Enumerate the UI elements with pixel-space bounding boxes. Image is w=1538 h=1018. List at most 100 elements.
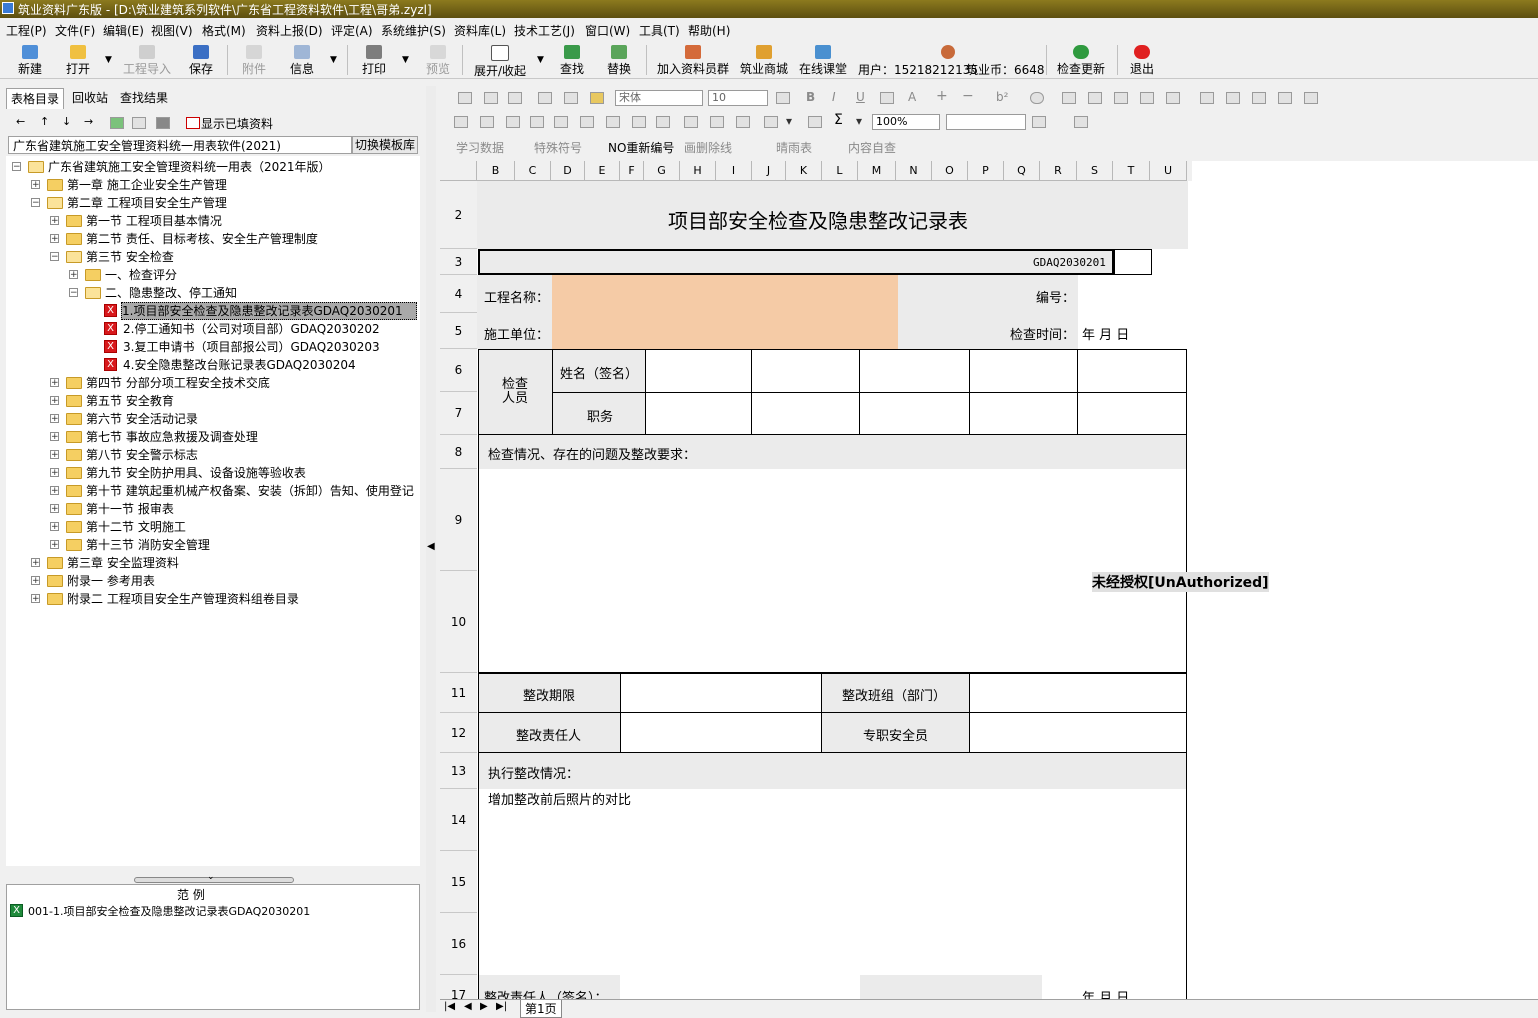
column-header-cell[interactable]: L — [822, 161, 858, 181]
arrow-up-icon[interactable]: ↑ — [40, 115, 49, 128]
column-header-cell[interactable]: P — [968, 161, 1004, 181]
indent-icon[interactable] — [710, 116, 724, 128]
collapse-icon[interactable]: − — [12, 162, 21, 172]
row-header[interactable]: 16 — [440, 913, 477, 975]
check-update-button[interactable]: 检查更新 — [1056, 41, 1106, 77]
barcode-icon[interactable] — [1200, 92, 1214, 104]
column-header-cell[interactable]: U — [1150, 161, 1187, 181]
panel-splitter[interactable]: ⌄ — [134, 872, 294, 883]
menu-report[interactable]: 资料上报(D) — [256, 22, 323, 39]
highlight-icon[interactable] — [880, 92, 894, 104]
collapse-icon[interactable]: − — [31, 198, 40, 208]
fraction-icon[interactable] — [1030, 92, 1044, 104]
expand-icon[interactable]: + — [50, 540, 59, 550]
code-cell[interactable] — [478, 249, 1114, 275]
row-insert-icon[interactable] — [506, 116, 520, 128]
pen-icon[interactable] — [736, 116, 750, 128]
row-header[interactable]: 12 — [440, 713, 477, 753]
new-button[interactable]: 新建 — [14, 41, 46, 77]
expand-icon[interactable]: + — [50, 522, 59, 532]
menu-help[interactable]: 帮助(H) — [688, 22, 730, 39]
name-input[interactable] — [645, 349, 752, 393]
tab-form-catalog[interactable]: 表格目录 — [6, 88, 65, 109]
position-input[interactable] — [859, 392, 970, 435]
grid-icon[interactable] — [1304, 92, 1318, 104]
expand-dropdown-icon[interactable]: ▼ — [537, 55, 544, 65]
expand-icon[interactable]: + — [50, 216, 59, 226]
name-input[interactable] — [1077, 349, 1187, 393]
row-header[interactable]: 14 — [440, 789, 477, 851]
row-delete-icon[interactable] — [554, 116, 568, 128]
example-item[interactable]: 001-1.项目部安全检查及隐患整改记录表GDAQ2030201 — [28, 903, 310, 919]
row-header[interactable]: 9 — [440, 469, 477, 571]
superscript-icon[interactable]: b² — [996, 90, 1008, 104]
font-size-select[interactable]: 10 — [708, 90, 768, 106]
arrow-right-icon[interactable]: → — [84, 115, 93, 128]
column-header-cell[interactable]: H — [680, 161, 716, 181]
position-input[interactable] — [1077, 392, 1187, 435]
renumber-button[interactable]: NO重新编号 — [608, 139, 674, 156]
column-header-cell[interactable]: M — [858, 161, 896, 181]
deadline-input[interactable] — [620, 673, 822, 713]
expand-icon[interactable]: + — [50, 504, 59, 514]
row-header[interactable]: 6 — [440, 349, 477, 392]
distribute-icon[interactable] — [1166, 92, 1180, 104]
weather-table-button[interactable]: 晴雨表 — [776, 139, 812, 156]
expand-icon[interactable]: + — [50, 432, 59, 442]
border-icon[interactable] — [764, 116, 778, 128]
column-header-cell[interactable]: E — [585, 161, 620, 181]
sum-dropdown-icon[interactable]: ▾ — [856, 114, 862, 128]
row-header[interactable]: 3 — [440, 249, 477, 275]
arrow-left-icon[interactable]: ← — [16, 115, 25, 128]
last-sheet-icon[interactable]: ▶| — [496, 1001, 507, 1012]
menu-project[interactable]: 工程(P) — [6, 22, 47, 39]
position-input[interactable] — [969, 392, 1078, 435]
team-input[interactable] — [969, 673, 1187, 713]
menu-system[interactable]: 系统维护(S) — [381, 22, 446, 39]
row-header[interactable]: 8 — [440, 435, 477, 469]
underline-icon[interactable]: U — [856, 90, 865, 104]
arrow-down-icon[interactable]: ↓ — [62, 115, 71, 128]
active-cell[interactable] — [1114, 249, 1152, 275]
resp-sign-date[interactable]: 年 月 日 — [1082, 987, 1129, 999]
sum-icon[interactable]: Σ — [834, 112, 843, 128]
font-select[interactable]: 宋体 — [615, 90, 703, 106]
preview-button[interactable]: 预览 — [424, 41, 452, 77]
menu-library[interactable]: 资料库(L) — [454, 22, 506, 39]
column-header-cell[interactable]: J — [752, 161, 786, 181]
row-header[interactable]: 13 — [440, 753, 477, 789]
row-header[interactable]: 15 — [440, 851, 477, 913]
name-input[interactable] — [969, 349, 1078, 393]
open-button[interactable]: 打开 — [62, 41, 94, 77]
next-sheet-icon[interactable]: ▶ — [480, 1001, 488, 1012]
column-header-cell[interactable]: K — [786, 161, 822, 181]
expand-icon[interactable]: + — [50, 234, 59, 244]
font-color-icon[interactable]: A — [908, 90, 916, 104]
fill-icon[interactable] — [776, 92, 790, 104]
execution-input[interactable] — [478, 789, 1187, 975]
info-button[interactable]: 信息 — [288, 41, 316, 77]
switch-template-button[interactable]: 切换模板库 — [352, 136, 418, 154]
show-filled-label[interactable]: 显示已填资料 — [201, 115, 273, 132]
menu-evaluate[interactable]: 评定(A) — [331, 22, 373, 39]
line-spacing-icon[interactable] — [684, 116, 698, 128]
tab-recycle-bin[interactable]: 回收站 — [68, 88, 112, 108]
cut-icon[interactable] — [484, 92, 498, 104]
menu-window[interactable]: 窗口(W) — [585, 22, 630, 39]
row-header[interactable]: 17 — [440, 975, 477, 999]
exit-button[interactable]: 退出 — [1128, 41, 1156, 77]
strikethrough-button[interactable]: 画删除线 — [684, 139, 732, 156]
project-name-input[interactable] — [552, 275, 898, 313]
row-header[interactable]: 4 — [440, 275, 477, 313]
barcode2-icon[interactable] — [1226, 92, 1240, 104]
menu-file[interactable]: 文件(F) — [55, 22, 95, 39]
print-dropdown-icon[interactable]: ▼ — [402, 55, 409, 65]
shop-button[interactable]: 筑业商城 — [739, 41, 789, 77]
special-symbol-button[interactable]: 特殊符号 — [534, 139, 582, 156]
self-check-button[interactable]: 内容自查 — [848, 139, 896, 156]
row-header[interactable]: 11 — [440, 673, 477, 713]
undo-icon[interactable] — [538, 92, 552, 104]
lock-icon[interactable] — [656, 116, 670, 128]
name-input[interactable] — [859, 349, 970, 393]
info-dropdown-icon[interactable]: ▼ — [330, 55, 337, 65]
